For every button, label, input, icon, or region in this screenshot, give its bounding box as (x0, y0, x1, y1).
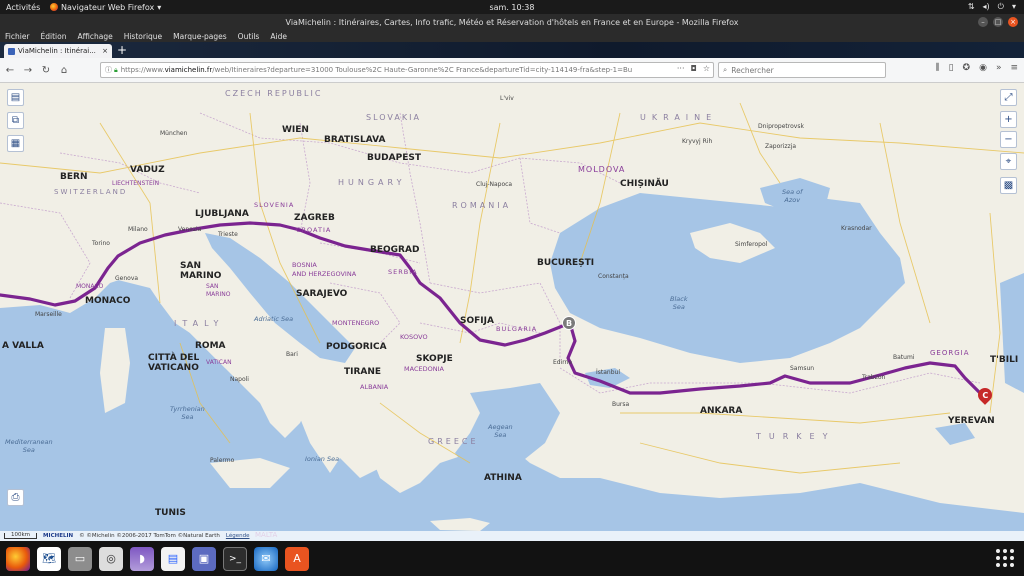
home-button[interactable]: ⌂ (56, 62, 72, 78)
network-icon: ⇅ (967, 2, 975, 11)
menu-historique[interactable]: Historique (124, 32, 162, 41)
print-icon: ⎙ (11, 492, 20, 503)
chevron-down-icon: ▾ (157, 2, 162, 12)
window-title: ViaMichelin : Itinéraires, Cartes, Info … (285, 17, 739, 27)
firefox-icon[interactable] (6, 546, 30, 571)
color-picker-icon[interactable]: ◉ (979, 63, 987, 73)
plus-icon: + (1004, 114, 1013, 125)
lock-icon[interactable]: 🔒︎ (114, 66, 118, 75)
disk-icon[interactable]: ◎ (99, 546, 123, 571)
system-top-bar: Activités Navigateur Web Firefox ▾ sam. … (0, 0, 1024, 14)
app-menu-label: Navigateur Web Firefox (61, 2, 155, 12)
new-tab-button[interactable]: + (117, 44, 127, 58)
layers-icon: ⧉ (11, 115, 20, 126)
bookmark-star-icon[interactable]: ☆ (703, 64, 710, 73)
writer-icon[interactable]: ▤ (161, 546, 185, 571)
tab-title: ViaMichelin : Itinérai... (18, 47, 96, 55)
fullscreen-button[interactable]: ⤢ (1000, 89, 1017, 106)
chevron-down-icon: ▾ (1011, 2, 1016, 11)
michelin-logo: MICHELIN (43, 533, 74, 539)
menu-bar: Fichier Édition Affichage Historique Mar… (0, 30, 1024, 42)
system-tray[interactable]: ⇅ ◂) ⏻ ▾ (968, 2, 1016, 12)
legend-link[interactable]: Légende (226, 533, 250, 539)
pocket-icon[interactable]: ◘ (691, 64, 697, 73)
terminal-icon[interactable]: >_ (223, 546, 247, 571)
navigation-toolbar: ← → ↻ ⌂ ⓘ 🔒︎ https://www. viamichelin.fr… (0, 58, 1024, 83)
menu-aide[interactable]: Aide (270, 32, 287, 41)
url-bar[interactable]: ⓘ 🔒︎ https://www. viamichelin.fr /web/It… (100, 62, 714, 78)
map-canvas[interactable] (0, 83, 1024, 541)
app-menu[interactable]: Navigateur Web Firefox ▾ (50, 3, 161, 12)
url-actions: ··· ◘ ☆ (672, 64, 710, 73)
map-layers-button[interactable]: ⧉ (7, 112, 24, 129)
locate-button[interactable]: ⌖ (1000, 153, 1017, 170)
search-icon: ⌕ (723, 65, 728, 74)
volume-icon: ◂) (982, 2, 990, 11)
map-print-button[interactable]: ⎙ (7, 489, 24, 506)
search-field[interactable]: ⌕ Rechercher (718, 62, 886, 78)
map-attribution: 100km MICHELIN © ©Michelin ©2006-2017 To… (0, 531, 1024, 541)
minimize-button[interactable]: – (978, 17, 988, 27)
extension-icon[interactable]: ✪ (963, 63, 971, 73)
menu-outils[interactable]: Outils (238, 32, 260, 41)
thunderbird-icon[interactable]: ✉ (254, 546, 278, 571)
target-icon: ⌖ (1005, 156, 1012, 167)
map-thumbnail-icon: ▩ (1003, 180, 1014, 191)
tab-viamichelin[interactable]: ViaMichelin : Itinérai... × (4, 44, 112, 58)
zoom-in-button[interactable]: + (1000, 111, 1017, 128)
power-icon: ⏻ (997, 2, 1004, 11)
firefox-icon (50, 3, 58, 11)
panel-icon: ▤ (10, 92, 21, 103)
favicon-icon (8, 47, 15, 55)
back-button[interactable]: ← (2, 62, 18, 78)
more-icon[interactable]: ··· (677, 64, 685, 73)
minus-icon: − (1004, 134, 1013, 145)
eagle-icon[interactable]: ◗ (130, 546, 154, 571)
fullscreen-icon: ⤢ (1004, 92, 1013, 103)
url-path: /web/Itineraires?departure=31000 Toulous… (212, 66, 633, 74)
activities-button[interactable]: Activités (0, 3, 48, 12)
files-icon[interactable]: ▭ (68, 546, 92, 571)
caspian-sea (1000, 273, 1024, 393)
menu-fichier[interactable]: Fichier (5, 32, 30, 41)
menu-affichage[interactable]: Affichage (77, 32, 112, 41)
window-title-bar: ViaMichelin : Itinéraires, Cartes, Info … (0, 14, 1024, 30)
hamburger-menu-icon[interactable]: ≡ (1010, 63, 1018, 73)
zoom-out-button[interactable]: − (1000, 131, 1017, 148)
show-applications-button[interactable] (996, 549, 1014, 567)
route-marker-b[interactable]: B (562, 316, 576, 330)
map-roadbook-button[interactable]: ▦ (7, 135, 24, 152)
marker-b-label: B (565, 318, 573, 328)
maximize-button[interactable]: □ (993, 17, 1003, 27)
map-view[interactable]: WIEN BRATISLAVA BUDAPEST BERN VADUZ LJUB… (0, 83, 1024, 541)
info-icon[interactable]: ⓘ (105, 65, 112, 75)
toolbar-icons: ⫼ ▯ ✪ ◉ » ≡ (935, 63, 1018, 73)
url-host: viamichelin.fr (164, 66, 213, 74)
tab-strip: ViaMichelin : Itinérai... × + (0, 42, 1024, 58)
menu-edition[interactable]: Édition (41, 32, 67, 41)
overflow-icon[interactable]: » (996, 63, 1002, 73)
url-scheme: https://www. (120, 66, 165, 74)
reload-button[interactable]: ↻ (38, 62, 54, 78)
lake-van (935, 423, 975, 445)
map-style-button[interactable]: ▩ (1000, 177, 1017, 194)
close-button[interactable]: × (1008, 17, 1018, 27)
image-viewer-icon[interactable]: ▣ (192, 546, 216, 571)
window-controls: – □ × (978, 17, 1018, 27)
search-placeholder: Rechercher (731, 65, 774, 75)
copyright-text: © ©Michelin ©2006-2017 TomTom ©Natural E… (79, 533, 220, 539)
library-icon[interactable]: ⫼ (935, 63, 939, 73)
forward-button[interactable]: → (20, 62, 36, 78)
map-panel-toggle-button[interactable]: ▤ (7, 89, 24, 106)
black-sea (550, 193, 905, 363)
dock: 🗺︎ ▭ ◎ ◗ ▤ ▣ >_ ✉ A (0, 541, 1024, 576)
map-scale: 100km (4, 532, 38, 539)
world-map-icon[interactable]: 🗺︎ (37, 546, 61, 571)
close-tab-icon[interactable]: × (102, 47, 108, 55)
marker-c-label: C (982, 390, 988, 400)
document-icon: ▦ (10, 138, 21, 149)
software-center-icon[interactable]: A (285, 546, 309, 571)
sidebar-icon[interactable]: ▯ (949, 63, 954, 73)
menu-marque-pages[interactable]: Marque-pages (173, 32, 227, 41)
